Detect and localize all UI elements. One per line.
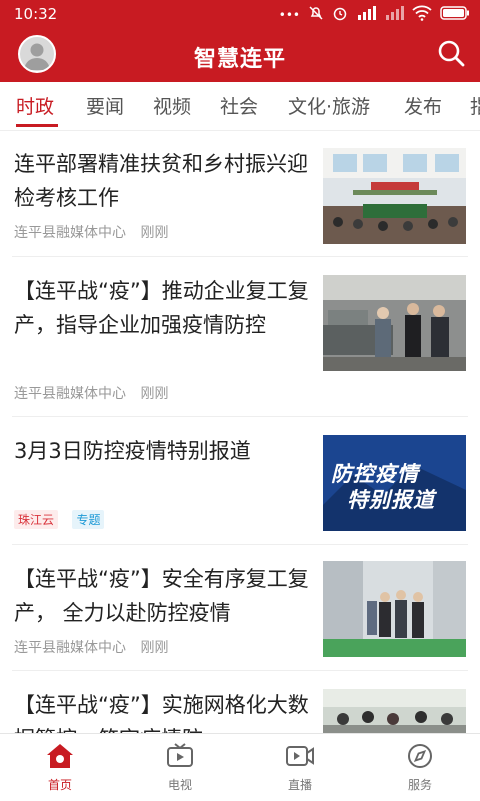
news-time: 刚刚 [140,640,169,656]
news-thumbnail-crowd [323,689,466,733]
active-tab-indicator [16,124,58,127]
tag-zhuanti: 专题 [72,510,105,529]
news-title: 【连平战“疫”】安全有序复工复产， 全力以赴防控疫情 [14,567,309,625]
news-item[interactable]: 【连平战“疫”】实施网格化大数据管控，筑牢疫情防 [0,671,480,733]
live-video-icon [286,746,314,766]
home-icon [47,744,73,768]
more-dots-icon: ••• [278,7,300,22]
news-thumbnail-workshop [323,561,466,657]
news-source: 连平县融媒体中心 [14,640,126,656]
news-meta: 连平县融媒体中心 刚刚 [14,383,178,403]
news-thumbnail-meeting [323,148,466,244]
news-meta: 连平县融媒体中心 刚刚 [14,637,178,657]
tab-shehui[interactable]: 社会 [220,92,258,119]
tab-shizheng[interactable]: 时政 [16,92,54,119]
tag-zhujiangyun: 珠江云 [14,510,59,529]
status-bar: 10:32 ••• [0,0,480,30]
tab-yaowen[interactable]: 要闻 [86,92,124,119]
app-header: 智慧连平 [0,30,480,82]
app-title: 智慧连平 [193,47,286,72]
search-button[interactable] [436,38,466,68]
news-title: 连平部署精准扶贫和乡村振兴迎检考核工作 [14,152,308,210]
nav-home-label: 首页 [47,778,72,792]
news-tags: 珠江云 专题 [14,510,114,529]
signal-hd-icon [356,6,376,23]
battery-icon [440,6,470,23]
status-icons: ••• [279,5,470,24]
nav-live[interactable]: 直播 [260,742,340,793]
news-meta: 连平县融媒体中心 刚刚 [14,222,178,242]
nav-service[interactable]: 服务 [380,742,460,793]
bottom-nav: 首页 电视 直播 服务 [0,733,480,801]
tab-fabu[interactable]: 发布 [404,92,442,119]
nav-tv[interactable]: 电视 [140,742,220,793]
news-thumbnail-factory [323,275,466,371]
nav-tv-label: 电视 [167,778,192,792]
news-item[interactable]: 3月3日防控疫情特别报道 珠江云 专题 防控疫情 特别报道 [0,417,480,545]
news-item[interactable]: 【连平战“疫”】推动企业复工复产，指导企业加强疫情防控 连平县融媒体中心 刚刚 [0,257,480,417]
compass-icon [408,744,432,768]
news-source: 连平县融媒体中心 [14,386,126,402]
thumb-text-1: 防控疫情 [331,462,419,486]
signal-icon [384,6,404,23]
news-item[interactable]: 连平部署精准扶贫和乡村振兴迎检考核工作 连平县融媒体中心 刚刚 [0,131,480,257]
status-time: 10:32 [14,5,58,23]
news-time: 刚刚 [140,225,169,241]
nav-live-label: 直播 [287,778,312,792]
tab-shipin[interactable]: 视频 [153,92,191,119]
tv-icon [167,743,193,767]
nav-service-label: 服务 [407,778,432,792]
tab-wenhua-lvyou[interactable]: 文化·旅游 [288,92,370,119]
wifi-icon [412,5,432,24]
news-source: 连平县融媒体中心 [14,225,126,241]
channel-tabs: 时政 要闻 视频 社会 文化·旅游 发布 指 [0,82,480,131]
tab-more[interactable]: 指 [470,92,480,119]
nav-home[interactable]: 首页 [20,742,100,793]
news-thumbnail-special-report: 防控疫情 特别报道 [323,435,466,531]
news-item[interactable]: 【连平战“疫”】安全有序复工复产， 全力以赴防控疫情 连平县融媒体中心 刚刚 [0,545,480,671]
news-time: 刚刚 [140,386,169,402]
news-title: 【连平战“疫”】实施网格化大数据管控，筑牢疫情防 [14,693,309,733]
mute-icon [308,5,324,24]
thumb-text-2: 特别报道 [347,488,435,512]
alarm-icon [332,5,348,24]
search-icon [438,40,465,67]
news-title: 3月3日防控疫情特别报道 [14,439,251,463]
news-title: 【连平战“疫”】推动企业复工复产，指导企业加强疫情防控 [14,279,309,337]
